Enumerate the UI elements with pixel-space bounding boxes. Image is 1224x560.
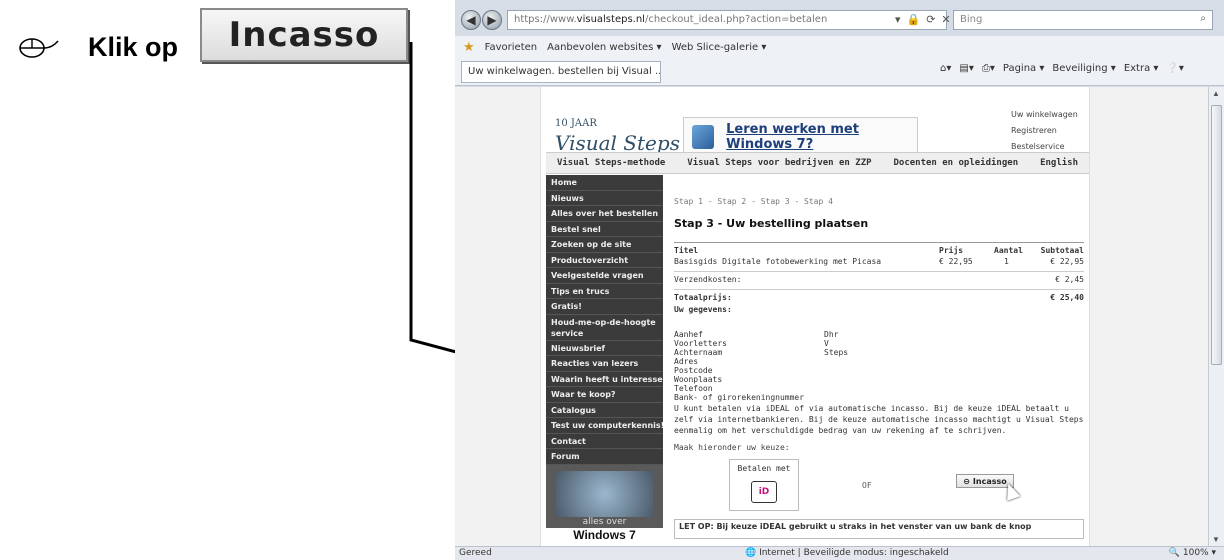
star-icon[interactable]: ★	[463, 40, 475, 55]
suggested-sites-link[interactable]: Aanbevolen websites ▾	[547, 42, 661, 53]
nav-teachers[interactable]: Docenten en opleidingen	[893, 158, 1018, 168]
ideal-payment-button[interactable]: Betalen met iD	[729, 459, 799, 511]
menu-item-free[interactable]: Gratis!	[546, 299, 663, 315]
menu-item-search[interactable]: Zoeken op de site	[546, 237, 663, 253]
register-link[interactable]: Registreren	[1011, 123, 1078, 139]
menu-item-tips[interactable]: Tips en trucs	[546, 284, 663, 299]
incasso-callout-button: Incasso	[200, 8, 408, 62]
menu-item-forum[interactable]: Forum	[546, 449, 663, 465]
website: 10 JAAR Visual Steps Leren werken met Wi…	[540, 87, 1090, 546]
page-viewport: 10 JAAR Visual Steps Leren werken met Wi…	[455, 87, 1208, 546]
menu-item-news[interactable]: Nieuws	[546, 191, 663, 206]
menu-item-reviews[interactable]: Reacties van lezers	[546, 356, 663, 372]
nav-method[interactable]: Visual Steps-methode	[557, 158, 665, 168]
order-table: Titel Prijs Aantal Subtotaal Basisgids D…	[674, 242, 1084, 304]
menu-item-contact[interactable]: Contact	[546, 434, 663, 449]
zoom-level[interactable]: 🔍 100% ▾	[1169, 548, 1216, 558]
menu-item-ordering[interactable]: Alles over het bestellen	[546, 206, 663, 222]
tab-bar: Uw winkelwagen. bestellen bij Visual ...…	[455, 58, 1224, 86]
forward-button[interactable]: ▶	[482, 10, 502, 30]
address-bar-row: ◀ ▶ https://www.visualsteps.nl/checkout_…	[455, 4, 1224, 32]
windows7-promo[interactable]: alles over Windows 7	[546, 465, 663, 546]
favorites-button[interactable]: Favorieten	[485, 42, 537, 53]
payment-explanation: U kunt betalen via iDEAL of via automati…	[674, 404, 1084, 435]
tools-menu[interactable]: Extra ▾	[1124, 63, 1159, 74]
menu-item-interest[interactable]: Waarin heeft u interesse?	[546, 372, 663, 387]
tab-checkout[interactable]: Uw winkelwagen. bestellen bij Visual ...	[461, 61, 661, 83]
home-icon[interactable]: ⌂▾	[940, 63, 951, 74]
menu-item-notify[interactable]: Houd-me-op-de-hoogte service	[546, 315, 663, 341]
choose-label: Maak hieronder uw keuze:	[674, 443, 790, 452]
feeds-icon[interactable]: ▤▾	[959, 63, 973, 74]
search-field[interactable]: Bing ⌕	[953, 10, 1213, 30]
address-action-icons[interactable]: ▾🔒⟳✕	[895, 13, 957, 26]
account-links: Uw winkelwagen Registreren Bestelservice	[1011, 107, 1078, 155]
scroll-thumb[interactable]	[1211, 105, 1222, 365]
menu-item-catalog[interactable]: Catalogus	[546, 403, 663, 418]
mouse-icon	[19, 38, 59, 58]
menu-item-quick-order[interactable]: Bestel snel	[546, 222, 663, 237]
shipping-row: Verzendkosten: € 2,45	[674, 275, 1084, 284]
or-label: OF	[862, 481, 872, 490]
windows-logo-icon	[556, 471, 653, 517]
step-breadcrumb: Stap 1 - Stap 2 - Stap 3 - Stap 4	[674, 197, 833, 206]
scroll-down-icon[interactable]: ▼	[1212, 535, 1220, 544]
menu-item-faq[interactable]: Veelgestelde vragen	[546, 268, 663, 284]
ideal-logo-icon: iD	[751, 481, 777, 503]
details-heading: Uw gegevens:	[674, 305, 732, 314]
page-menu[interactable]: Pagina ▾	[1003, 63, 1045, 74]
favorites-bar: ★ Favorieten Aanbevolen websites ▾ Web S…	[455, 36, 1224, 58]
menu-item-products[interactable]: Productoverzicht	[546, 253, 663, 268]
cart-link[interactable]: Uw winkelwagen	[1011, 107, 1078, 123]
instruction-panel: Klik op Incasso	[0, 0, 455, 560]
command-bar: ⌂▾ ▤▾ ⎙▾ Pagina ▾ Beveiliging ▾ Extra ▾ …	[940, 63, 1184, 74]
back-button[interactable]: ◀	[461, 10, 481, 30]
scroll-up-icon[interactable]: ▲	[1212, 89, 1220, 98]
print-icon[interactable]: ⎙▾	[982, 63, 995, 74]
site-logo[interactable]: 10 JAAR Visual Steps	[555, 107, 680, 155]
browser-window: ◀ ▶ https://www.visualsteps.nl/checkout_…	[455, 0, 1224, 560]
status-bar: Gereed 🌐 Internet | Beveiligde modus: in…	[455, 546, 1224, 560]
menu-item-test[interactable]: Test uw computerkennis!	[546, 418, 663, 434]
safety-menu[interactable]: Beveiliging ▾	[1052, 63, 1115, 74]
menu-item-where-to-buy[interactable]: Waar te koop?	[546, 387, 663, 403]
windows-logo-icon	[692, 125, 715, 149]
menu-item-home[interactable]: Home	[546, 175, 663, 191]
nav-english[interactable]: English	[1040, 158, 1078, 168]
table-row: Basisgids Digitale fotobewerking met Pic…	[674, 257, 1084, 266]
search-icon[interactable]: ⌕	[1200, 13, 1206, 24]
page-title: Stap 3 - Uw bestelling plaatsen	[674, 217, 869, 230]
status-text: Gereed	[459, 548, 492, 558]
nav-business[interactable]: Visual Steps voor bedrijven en ZZP	[687, 158, 871, 168]
instruction-text: Klik op	[88, 32, 179, 62]
mouse-icon: ⊖	[963, 476, 970, 486]
total-row: Totaalprijs: € 25,40	[674, 293, 1084, 302]
vertical-scrollbar[interactable]: ▲ ▼	[1208, 87, 1224, 546]
security-zone: 🌐 Internet | Beveiligde modus: ingeschak…	[745, 548, 949, 558]
help-icon[interactable]: ❔▾	[1166, 63, 1183, 74]
address-field[interactable]: https://www.visualsteps.nl/checkout_idea…	[507, 10, 947, 30]
menu-item-newsletter[interactable]: Nieuwsbrief	[546, 341, 663, 356]
web-slice-gallery-link[interactable]: Web Slice-galerie ▾	[672, 42, 767, 53]
windows7-banner[interactable]: Leren werken met Windows 7?	[683, 117, 918, 157]
table-header: Titel Prijs Aantal Subtotaal	[674, 246, 1084, 255]
mouse-cursor-icon	[1001, 481, 1021, 501]
site-navigation: Visual Steps-methode Visual Steps voor b…	[546, 152, 1089, 174]
ideal-tip: LET OP: Bij keuze iDEAL gebruikt u strak…	[674, 519, 1084, 539]
